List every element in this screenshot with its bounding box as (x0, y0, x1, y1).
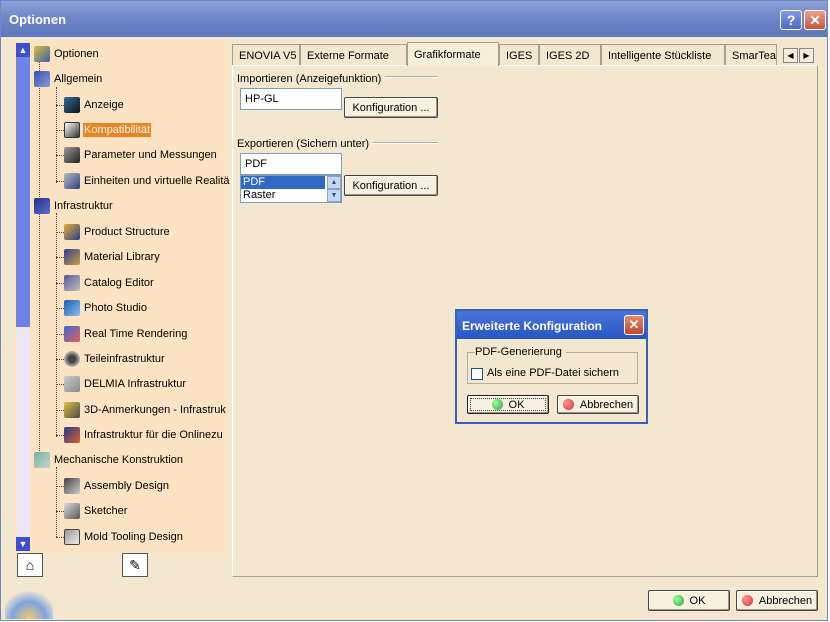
online-icon (64, 427, 80, 443)
tree-line (56, 87, 57, 183)
ok-icon (491, 399, 503, 410)
footer-ok-button[interactable]: OK (648, 590, 730, 611)
tab-iges-2d[interactable]: IGES 2D (539, 44, 601, 66)
export-format-field[interactable]: PDF (240, 153, 342, 175)
scroll-down-icon[interactable]: ▼ (16, 537, 30, 551)
list-down-icon[interactable]: ▼ (327, 189, 341, 202)
tree-item-product-structure[interactable]: Product Structure (64, 223, 171, 241)
tree-item-photo-studio[interactable]: Photo Studio (64, 299, 148, 317)
tab-grafikformate[interactable]: Grafikformate (407, 42, 499, 66)
material-library-icon (64, 249, 80, 265)
tree-item-mechanische[interactable]: Mechanische Konstruktion (34, 451, 184, 469)
infrastructure-icon (34, 198, 50, 214)
help-button[interactable]: ? (780, 10, 802, 30)
assembly-icon (64, 478, 80, 494)
tree-item-catalog-editor[interactable]: Catalog Editor (64, 274, 155, 292)
tree-scrollbar[interactable]: ▲ ▼ (16, 43, 30, 551)
tab-scroll-right-icon[interactable]: ▶ (799, 48, 814, 63)
general-icon (34, 71, 50, 87)
tree-item-infrastruktur[interactable]: Infrastruktur (34, 197, 114, 215)
cancel-icon (741, 595, 753, 606)
tree-line (39, 61, 40, 461)
single-pdf-label: Als eine PDF-Datei sichern (487, 367, 620, 379)
list-item[interactable]: PDF (241, 176, 325, 189)
mold-tooling-icon (64, 529, 80, 545)
pdf-group-label: PDF-Generierung (475, 346, 566, 358)
lock-options-icon[interactable]: ✎ (122, 553, 148, 577)
tree-item-einheiten[interactable]: Einheiten und virtuelle Realitä (64, 172, 231, 190)
mechanical-design-icon (34, 452, 50, 468)
options-tree: ▲ ▼ Optionen Allgemein Anzeige Kompatibi… (14, 41, 231, 553)
tab-strip: ENOVIA V5 Externe Formate Grafikformate … (232, 42, 817, 66)
dialog-ok-button[interactable]: OK (467, 395, 549, 414)
tab-externe-formate[interactable]: Externe Formate (300, 44, 407, 66)
tree-item-assembly-design[interactable]: Assembly Design (64, 477, 170, 495)
compatibility-icon (64, 122, 80, 138)
import-format-field[interactable]: HP-GL (240, 88, 342, 110)
list-scrollbar[interactable]: ▲ ▼ (327, 176, 341, 202)
annotations-icon (64, 402, 80, 418)
title-bar: Optionen ? ✕ (1, 1, 827, 37)
tree-item-real-time-rendering[interactable]: Real Time Rendering (64, 325, 188, 343)
export-configuration-button[interactable]: Konfiguration ... (344, 175, 438, 196)
export-group-label: Exportieren (Sichern unter) (237, 138, 374, 150)
tree-item-anzeige[interactable]: Anzeige (64, 96, 125, 114)
product-structure-icon (64, 224, 80, 240)
tree-line (56, 213, 57, 437)
tree-item-3d-anmerkungen[interactable]: 3D-Anmerkungen - Infrastruk (64, 401, 227, 419)
advanced-configuration-dialog: Erweiterte Konfiguration ✕ PDF-Generieru… (455, 309, 648, 424)
tree-item-sketcher[interactable]: Sketcher (64, 502, 128, 520)
tree-item-kompatibilitaet[interactable]: Kompatibilität (64, 121, 152, 139)
tree-item-allgemein[interactable]: Allgemein (34, 70, 103, 88)
rendering-icon (64, 326, 80, 342)
reset-options-icon[interactable]: ⌂ (17, 553, 43, 577)
single-pdf-checkbox[interactable] (471, 368, 483, 380)
tree-line (56, 467, 57, 537)
options-root-icon (34, 46, 50, 62)
catalog-editor-icon (64, 275, 80, 291)
tree-item-delmia[interactable]: DELMIA Infrastruktur (64, 375, 187, 393)
photo-studio-icon (64, 300, 80, 316)
footer-cancel-button[interactable]: Abbrechen (736, 590, 818, 611)
import-configuration-button[interactable]: Konfiguration ... (344, 97, 438, 118)
tab-smarteam[interactable]: SmarTea (725, 44, 777, 66)
tree-item-optionen[interactable]: Optionen (34, 45, 100, 63)
tree-item-teileinfrastruktur[interactable]: Teileinfrastruktur (64, 350, 166, 368)
gear-icon (64, 351, 80, 367)
ok-icon (672, 595, 684, 606)
dialog-title-bar: Erweiterte Konfiguration ✕ (457, 311, 646, 339)
options-window: Optionen ? ✕ ▲ ▼ Optionen Allgemein Anze… (0, 0, 828, 621)
delmia-icon (64, 376, 80, 392)
sketcher-icon (64, 503, 80, 519)
dialog-close-button[interactable]: ✕ (624, 315, 644, 335)
window-title: Optionen (9, 12, 67, 27)
cancel-icon (562, 399, 574, 410)
dialog-title: Erweiterte Konfiguration (462, 319, 603, 333)
tab-scroll-left-icon[interactable]: ◀ (783, 48, 798, 63)
tree-item-parameter[interactable]: Parameter und Messungen (64, 146, 218, 164)
tab-intelligente-stueckliste[interactable]: Intelligente Stückliste (601, 44, 725, 66)
scroll-up-icon[interactable]: ▲ (16, 43, 30, 57)
catia-logo-icon (5, 589, 53, 619)
close-button[interactable]: ✕ (804, 10, 826, 30)
list-item[interactable]: Raster (241, 189, 341, 202)
list-up-icon[interactable]: ▲ (327, 176, 341, 189)
export-format-list[interactable]: PDF Raster ▲ ▼ (240, 175, 342, 203)
dialog-cancel-button[interactable]: Abbrechen (557, 395, 639, 414)
tree-item-material-library[interactable]: Material Library (64, 248, 161, 266)
import-group-label: Importieren (Anzeigefunktion) (237, 73, 386, 85)
tab-iges[interactable]: IGES (499, 44, 539, 66)
tree-item-onlinezu[interactable]: Infrastruktur für die Onlinezu (64, 426, 224, 444)
tab-enovia[interactable]: ENOVIA V5 (232, 44, 300, 66)
parameters-icon (64, 147, 80, 163)
display-icon (64, 97, 80, 113)
units-icon (64, 173, 80, 189)
tree-item-mold-tooling[interactable]: Mold Tooling Design (64, 528, 184, 546)
scroll-thumb[interactable] (16, 57, 30, 327)
